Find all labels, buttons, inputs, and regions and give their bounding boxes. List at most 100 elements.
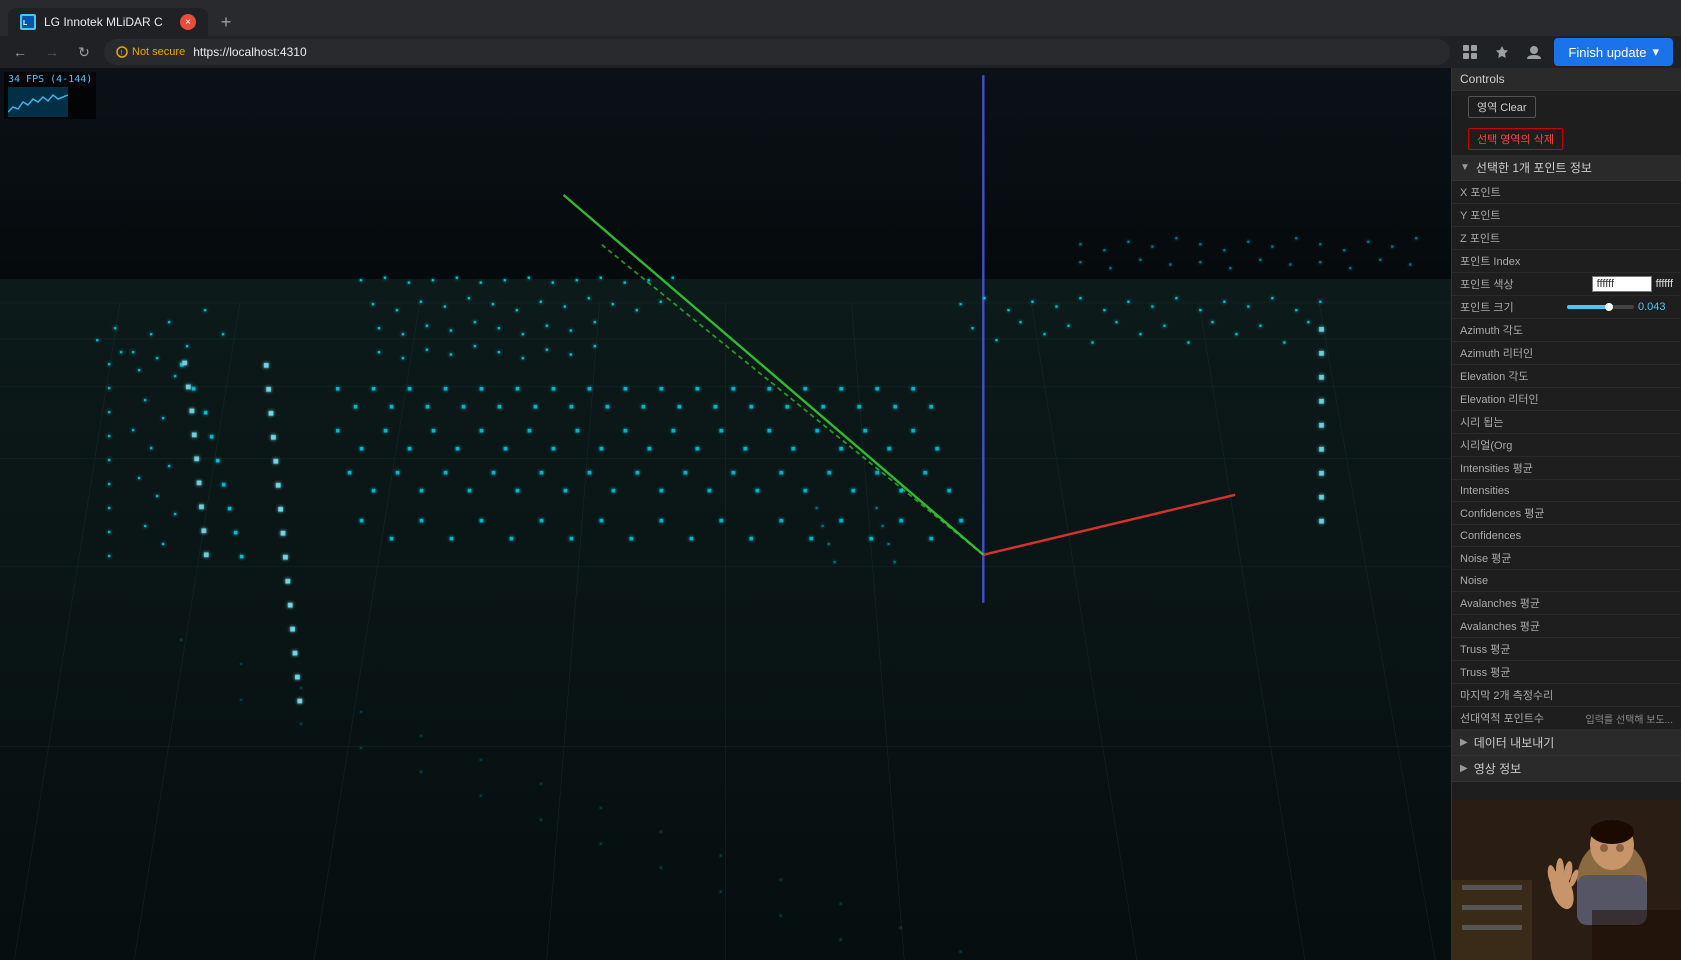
panel-scroll-area[interactable]: Controls 영역 Clear 선택 영역의 삭제 ▼ 선택한 1개 포인트… [1452, 68, 1681, 800]
point-color-input[interactable] [1592, 276, 1652, 292]
point-color-row: 포인트 색상 ffffff [1452, 273, 1681, 296]
azimuth-angle-label: Azimuth 각도 [1460, 322, 1673, 338]
y-point-row: Y 포인트 [1452, 204, 1681, 227]
delete-button-row: 선택 영역의 삭제 [1452, 123, 1681, 155]
slider-fill [1567, 305, 1608, 309]
fps-text: 34 FPS (4-144) [8, 74, 92, 85]
confidences-row: Confidences [1452, 525, 1681, 547]
confidences-mean-label: Confidences 평균 [1460, 505, 1673, 521]
url-text: https://localhost:4310 [193, 45, 306, 59]
point-color-control: ffffff [1592, 276, 1673, 292]
tab-close-button[interactable]: × [180, 14, 196, 30]
azimuth-return-label: Azimuth 리터인 [1460, 345, 1673, 361]
y-point-label: Y 포인트 [1460, 207, 1673, 223]
confidences-mean-row: Confidences 평균 [1452, 502, 1681, 525]
export-header[interactable]: ▶ 데이터 내보내기 [1452, 730, 1681, 756]
tab-favicon: L [20, 14, 36, 30]
last-measurement-label: 마지막 2개 측정수리 [1460, 687, 1673, 703]
intensities-mean-label: Intensities 평균 [1460, 460, 1673, 476]
viewport[interactable]: 34 FPS (4-144) [0, 68, 1451, 960]
export-arrow: ▶ [1460, 737, 1468, 748]
slider-handle [1605, 303, 1613, 311]
truss-mean2-row: Truss 평균 [1452, 661, 1681, 684]
video-header[interactable]: ▶ 영상 정보 [1452, 756, 1681, 782]
clear-button[interactable]: 영역 Clear [1468, 96, 1536, 118]
fps-overlay: 34 FPS (4-144) [4, 72, 96, 119]
export-title: 데이터 내보내기 [1474, 734, 1555, 751]
avalanches-mean1-row: Avalanches 평균 [1452, 592, 1681, 615]
new-tab-button[interactable]: + [212, 8, 240, 36]
serial-org-label: 시리얼(Org [1460, 437, 1673, 453]
elevation-angle-row: Elevation 각도 [1452, 365, 1681, 388]
selected-point-header: ▼ 선택한 1개 포인트 정보 [1452, 155, 1681, 181]
noise-mean-label: Noise 평균 [1460, 550, 1673, 566]
not-secure-label: Not secure [132, 46, 185, 58]
point-size-label: 포인트 크기 [1460, 299, 1567, 315]
fps-graph [8, 87, 68, 117]
last-measurement-row: 마지막 2개 측정수리 [1452, 684, 1681, 707]
intensities-label: Intensities [1460, 485, 1673, 497]
avalanches-mean2-label: Avalanches 평균 [1460, 618, 1673, 634]
delete-button[interactable]: 선택 영역의 삭제 [1468, 128, 1563, 150]
point-size-row: 포인트 크기 0.043 [1452, 296, 1681, 319]
video-title: 영상 정보 [1474, 760, 1522, 777]
elevation-return-row: Elevation 리터인 [1452, 388, 1681, 411]
toolbar-right: Finish update ▾ [1458, 38, 1673, 66]
selected-point-title: 선택한 1개 포인트 정보 [1476, 159, 1592, 176]
point-size-value: 0.043 [1638, 301, 1673, 313]
omnibar: ← → ↻ ! Not secure https://localhost:431… [0, 36, 1681, 68]
elevation-return-label: Elevation 리터인 [1460, 391, 1673, 407]
serial-row: 시리 됩는 [1452, 411, 1681, 434]
point-index-row: 포인트 Index [1452, 250, 1681, 273]
total-points-row: 선대역적 포인트수 입력를 선택해 보도... [1452, 707, 1681, 730]
avalanches-mean2-row: Avalanches 평균 [1452, 615, 1681, 638]
right-panel: Controls 영역 Clear 선택 영역의 삭제 ▼ 선택한 1개 포인트… [1451, 68, 1681, 960]
serial-org-row: 시리얼(Org [1452, 434, 1681, 457]
tab-title: LG Innotek MLiDAR C [44, 15, 172, 29]
point-color-label: 포인트 색상 [1460, 276, 1592, 292]
selected-point-arrow: ▼ [1460, 162, 1470, 173]
back-button[interactable]: ← [8, 40, 32, 64]
point-index-label: 포인트 Index [1460, 253, 1673, 269]
truss-mean1-label: Truss 평균 [1460, 641, 1673, 657]
intensities-row: Intensities [1452, 480, 1681, 502]
truss-mean1-row: Truss 평균 [1452, 638, 1681, 661]
controls-header: Controls [1452, 68, 1681, 91]
extensions-icon[interactable] [1458, 40, 1482, 64]
action-buttons-row: 영역 Clear [1452, 91, 1681, 123]
point-color-text: ffffff [1656, 278, 1673, 290]
point-size-slider-wrap: 0.043 [1567, 301, 1674, 313]
forward-button[interactable]: → [40, 40, 64, 64]
controls-title: Controls [1460, 72, 1505, 86]
z-point-row: Z 포인트 [1452, 227, 1681, 250]
active-tab[interactable]: L LG Innotek MLiDAR C × [8, 8, 208, 36]
finish-update-chevron: ▾ [1652, 44, 1659, 60]
video-person-view [1452, 800, 1681, 960]
refresh-button[interactable]: ↻ [72, 40, 96, 64]
url-bar[interactable]: ! Not secure https://localhost:4310 [104, 39, 1450, 65]
avalanches-mean1-label: Avalanches 평균 [1460, 595, 1673, 611]
serial-label: 시리 됩는 [1460, 414, 1673, 430]
noise-row: Noise [1452, 570, 1681, 592]
tab-bar: L LG Innotek MLiDAR C × + [0, 0, 1681, 36]
x-point-row: X 포인트 [1452, 181, 1681, 204]
video-arrow: ▶ [1460, 763, 1468, 774]
total-points-value: 입력를 선택해 보도... [1586, 711, 1674, 726]
azimuth-angle-row: Azimuth 각도 [1452, 319, 1681, 342]
point-size-slider[interactable] [1567, 305, 1635, 309]
noise-label: Noise [1460, 575, 1673, 587]
x-point-label: X 포인트 [1460, 184, 1673, 200]
azimuth-return-row: Azimuth 리터인 [1452, 342, 1681, 365]
video-svg [1452, 800, 1681, 960]
svg-text:L: L [23, 20, 28, 27]
video-thumbnail [1452, 800, 1681, 960]
z-point-label: Z 포인트 [1460, 230, 1673, 246]
truss-mean2-label: Truss 평균 [1460, 664, 1673, 680]
bookmark-icon[interactable] [1490, 40, 1514, 64]
svg-text:!: ! [121, 50, 123, 57]
browser-chrome: L LG Innotek MLiDAR C × + ← → ↻ ! Not se… [0, 0, 1681, 68]
noise-mean-row: Noise 평균 [1452, 547, 1681, 570]
profile-icon[interactable] [1522, 40, 1546, 64]
confidences-label: Confidences [1460, 530, 1673, 542]
finish-update-button[interactable]: Finish update ▾ [1554, 38, 1673, 66]
